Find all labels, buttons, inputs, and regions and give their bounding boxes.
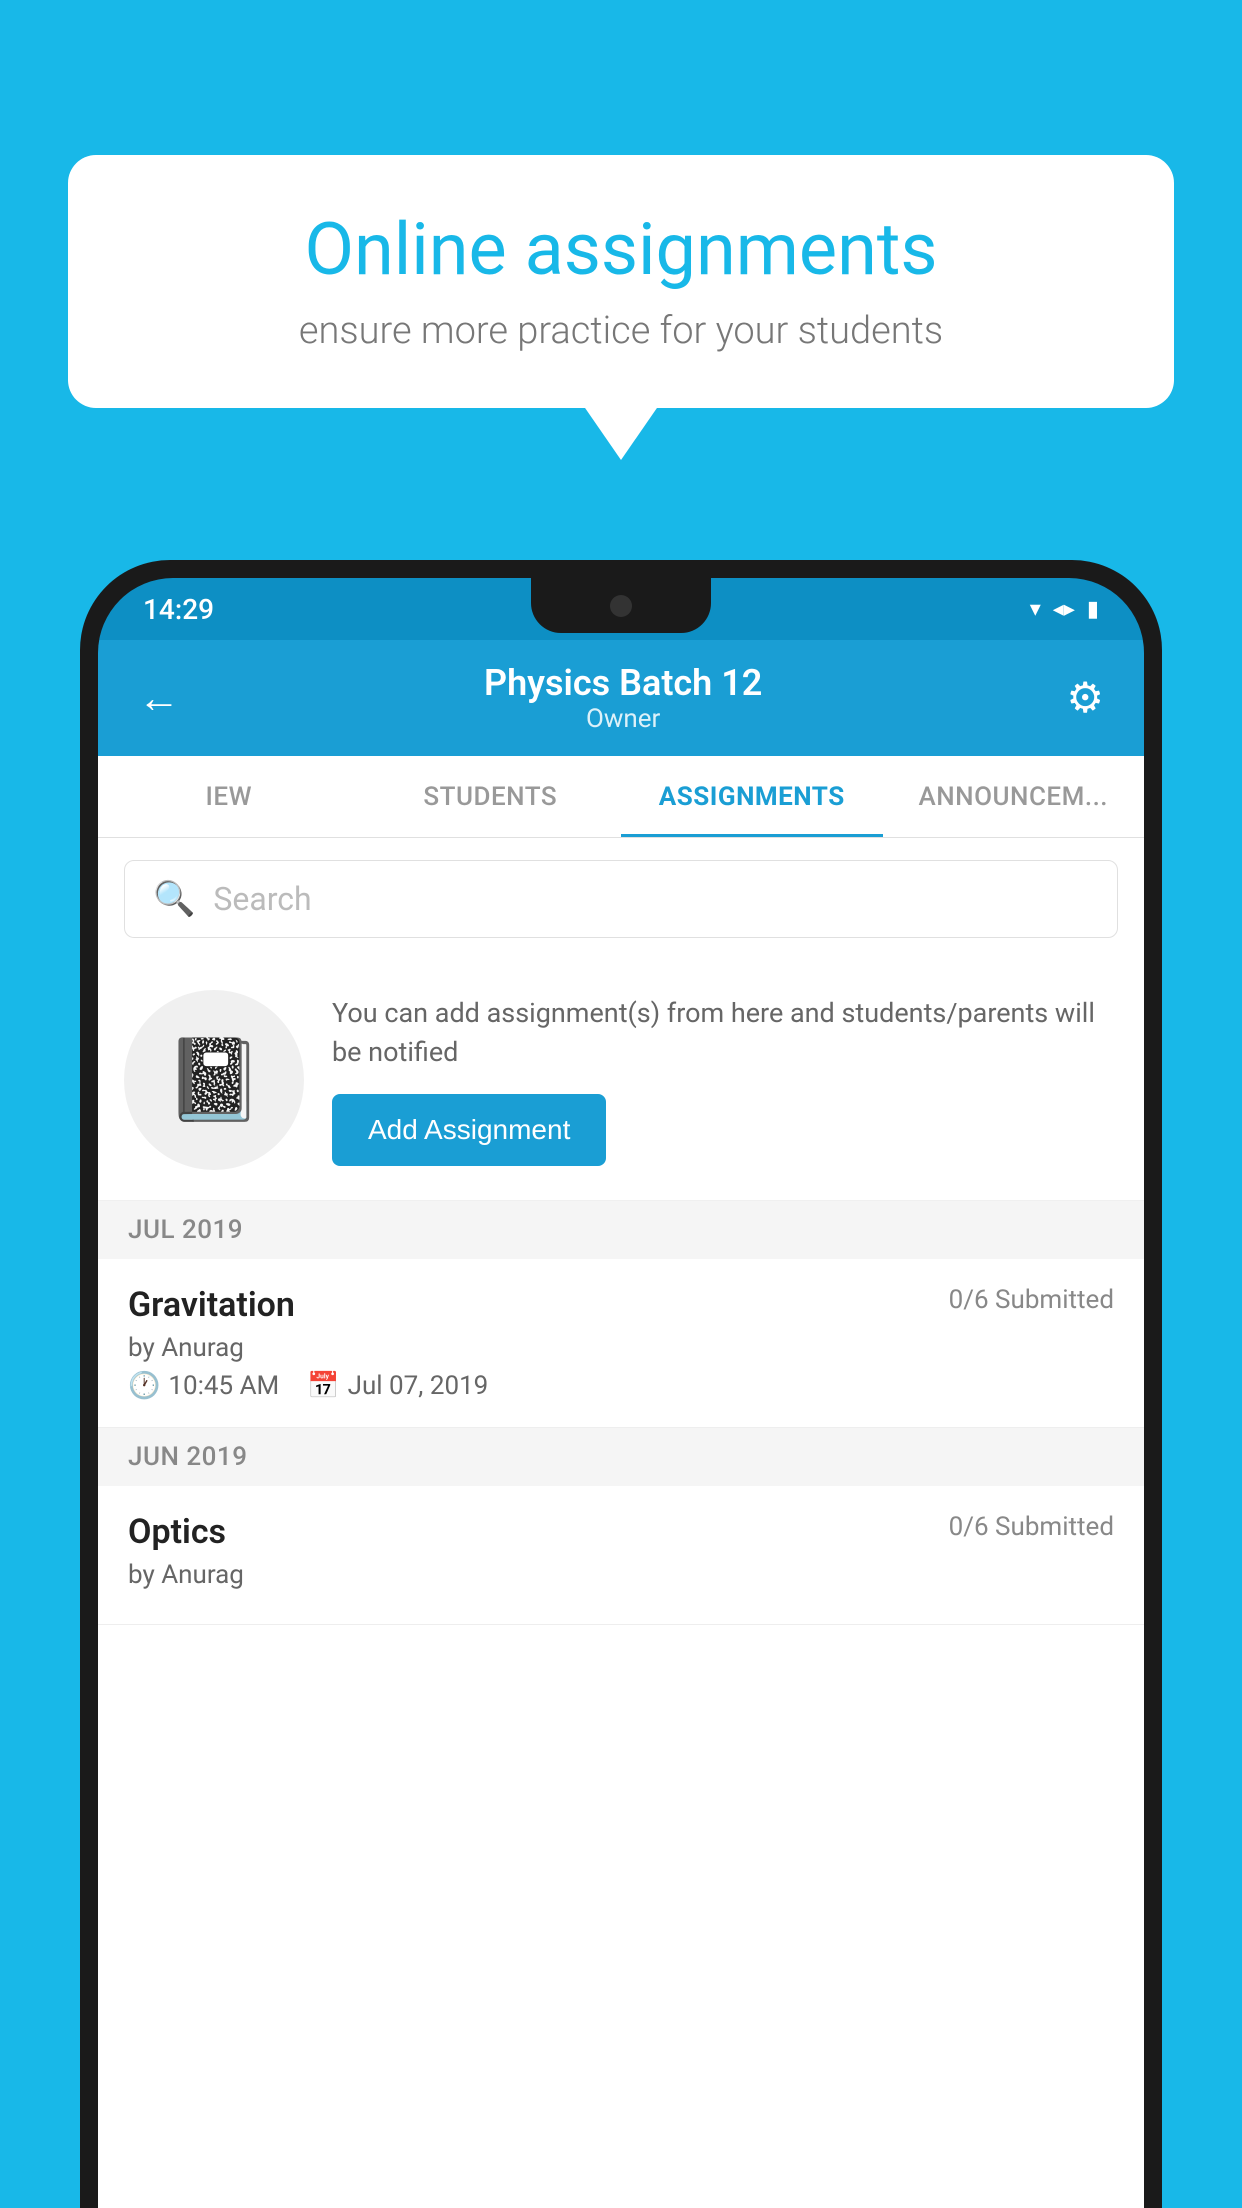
phone-frame: 14:29 ▾ ◂▸ ▮ ← Physics Batch 12 Owner ⚙ … xyxy=(80,560,1162,2208)
wifi-icon: ▾ xyxy=(1030,597,1041,622)
status-icons: ▾ ◂▸ ▮ xyxy=(1030,597,1099,622)
batch-subtitle: Owner xyxy=(484,704,762,734)
tab-announcements[interactable]: ANNOUNCEM... xyxy=(883,756,1145,837)
month-separator-jun: JUN 2019 xyxy=(98,1428,1144,1486)
add-assignment-description: You can add assignment(s) from here and … xyxy=(332,994,1118,1072)
assignment-item-gravitation[interactable]: Gravitation 0/6 Submitted by Anurag 🕐 10… xyxy=(98,1259,1144,1428)
notch xyxy=(531,578,711,633)
meta-date: 📅 Jul 07, 2019 xyxy=(307,1371,488,1401)
assignment-author-optics: by Anurag xyxy=(128,1560,1114,1590)
add-assignment-section: 📓 You can add assignment(s) from here an… xyxy=(98,960,1144,1201)
assignment-submitted: 0/6 Submitted xyxy=(949,1285,1114,1315)
tab-iew[interactable]: IEW xyxy=(98,756,360,837)
month-label-jul: JUL 2019 xyxy=(128,1215,243,1245)
bubble-title: Online assignments xyxy=(128,210,1114,289)
battery-icon: ▮ xyxy=(1087,597,1099,622)
search-placeholder: Search xyxy=(213,880,311,918)
tab-students[interactable]: STUDENTS xyxy=(360,756,622,837)
app-header: ← Physics Batch 12 Owner ⚙ xyxy=(98,640,1144,756)
assignment-name-optics: Optics xyxy=(128,1512,226,1552)
back-button[interactable]: ← xyxy=(138,674,180,723)
signal-icon: ◂▸ xyxy=(1053,597,1075,622)
screen-content: 🔍 Search 📓 You can add assignment(s) fro… xyxy=(98,838,1144,2208)
search-container: 🔍 Search xyxy=(98,838,1144,960)
settings-icon[interactable]: ⚙ xyxy=(1066,673,1104,723)
calendar-icon: 📅 xyxy=(307,1371,339,1401)
assignment-submitted-optics: 0/6 Submitted xyxy=(949,1512,1114,1542)
phone-inner: 14:29 ▾ ◂▸ ▮ ← Physics Batch 12 Owner ⚙ … xyxy=(98,578,1144,2208)
bubble-subtitle: ensure more practice for your students xyxy=(128,309,1114,353)
assignment-illustration: 📓 xyxy=(124,990,304,1170)
assignment-name: Gravitation xyxy=(128,1285,295,1325)
status-time: 14:29 xyxy=(143,593,214,626)
assignment-meta: 🕐 10:45 AM 📅 Jul 07, 2019 xyxy=(128,1371,1114,1401)
header-title-group: Physics Batch 12 Owner xyxy=(484,662,762,734)
add-assignment-button[interactable]: Add Assignment xyxy=(332,1094,606,1166)
assignment-header-optics: Optics 0/6 Submitted xyxy=(128,1512,1114,1552)
assignment-author: by Anurag xyxy=(128,1333,1114,1363)
camera xyxy=(610,595,632,617)
assignment-header: Gravitation 0/6 Submitted xyxy=(128,1285,1114,1325)
speech-bubble: Online assignments ensure more practice … xyxy=(68,155,1174,408)
add-assignment-right: You can add assignment(s) from here and … xyxy=(332,994,1118,1166)
search-icon: 🔍 xyxy=(153,879,195,919)
month-separator-jul: JUL 2019 xyxy=(98,1201,1144,1259)
meta-time: 🕐 10:45 AM xyxy=(128,1371,279,1401)
tabs-bar: IEW STUDENTS ASSIGNMENTS ANNOUNCEM... xyxy=(98,756,1144,838)
notebook-icon: 📓 xyxy=(164,1033,264,1127)
assignment-time: 10:45 AM xyxy=(168,1371,279,1401)
search-bar[interactable]: 🔍 Search xyxy=(124,860,1118,938)
tab-assignments[interactable]: ASSIGNMENTS xyxy=(621,756,883,837)
batch-title: Physics Batch 12 xyxy=(484,662,762,704)
speech-bubble-container: Online assignments ensure more practice … xyxy=(68,155,1174,408)
assignment-item-optics[interactable]: Optics 0/6 Submitted by Anurag xyxy=(98,1486,1144,1625)
month-label-jun: JUN 2019 xyxy=(128,1442,247,1472)
assignment-date: Jul 07, 2019 xyxy=(348,1371,489,1401)
clock-icon: 🕐 xyxy=(128,1371,160,1401)
